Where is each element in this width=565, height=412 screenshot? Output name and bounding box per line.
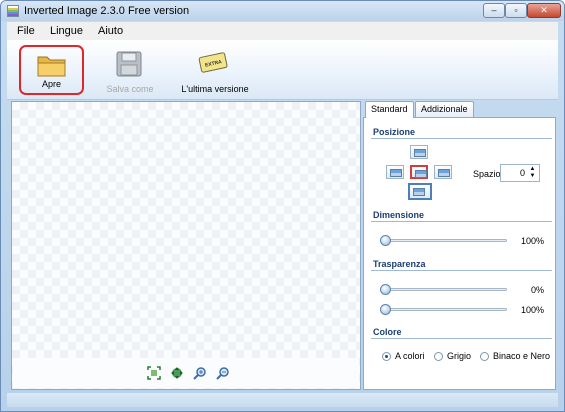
minimize-button[interactable]: – bbox=[483, 3, 505, 18]
trasparenza-slider-1[interactable] bbox=[384, 288, 507, 291]
dimensione-slider[interactable] bbox=[384, 239, 507, 242]
position-center-button[interactable] bbox=[410, 165, 428, 179]
save-as-button[interactable]: Salva come bbox=[95, 44, 165, 98]
trasparenza-divider bbox=[371, 270, 552, 271]
menu-lingue[interactable]: Lingue bbox=[50, 25, 83, 37]
radio-bianco-nero-label[interactable]: Binaco e Nero bbox=[493, 351, 550, 361]
window-title: Inverted Image 2.3.0 Free version bbox=[24, 5, 190, 17]
app-logo-icon bbox=[7, 5, 19, 17]
zoom-in-icon[interactable] bbox=[193, 366, 207, 380]
tab-standard[interactable]: Standard bbox=[365, 101, 414, 118]
settings-panel: Standard Addizionale Posizione Spazio 0 … bbox=[363, 101, 556, 390]
move-icon[interactable] bbox=[170, 366, 184, 380]
radio-grigio[interactable] bbox=[434, 352, 443, 361]
update-ticket-icon: EXTRA bbox=[198, 52, 228, 73]
menu-file[interactable]: File bbox=[17, 25, 35, 37]
canvas-tools-bar bbox=[13, 358, 359, 388]
spin-down-icon[interactable]: ▼ bbox=[528, 173, 537, 180]
radio-a-colori-label[interactable]: A colori bbox=[395, 351, 425, 361]
standard-tab-content: Posizione Spazio 0 ▲ ▼ Dimensione 100% T… bbox=[363, 117, 556, 390]
dimensione-slider-thumb[interactable] bbox=[380, 235, 391, 246]
trasparenza-slider-1-thumb[interactable] bbox=[380, 284, 391, 295]
close-button[interactable]: ✕ bbox=[527, 3, 561, 18]
posizione-title: Posizione bbox=[373, 127, 416, 137]
spin-up-icon[interactable]: ▲ bbox=[528, 166, 537, 173]
latest-version-button-label: L'ultima versione bbox=[181, 84, 249, 94]
colore-divider bbox=[371, 338, 552, 339]
trasparenza-value-2: 100% bbox=[520, 305, 544, 315]
radio-a-colori[interactable] bbox=[382, 352, 391, 361]
spazio-spinner[interactable]: 0 ▲ ▼ bbox=[500, 164, 540, 182]
dimensione-value: 100% bbox=[520, 236, 544, 246]
menu-bar: File Lingue Aiuto bbox=[7, 22, 558, 40]
status-bar bbox=[7, 393, 558, 407]
posizione-divider bbox=[371, 138, 552, 139]
latest-version-button[interactable]: EXTRA L'ultima versione bbox=[175, 44, 255, 98]
trasparenza-value-1: 0% bbox=[530, 285, 544, 295]
spazio-value: 0 bbox=[519, 168, 525, 178]
dimensione-title: Dimensione bbox=[373, 210, 425, 220]
app-window: Inverted Image 2.3.0 Free version – ▫ ✕ … bbox=[0, 0, 565, 412]
dimensione-divider bbox=[371, 221, 552, 222]
open-button[interactable]: Apre bbox=[19, 45, 84, 95]
image-canvas[interactable] bbox=[11, 101, 361, 390]
radio-bianco-nero[interactable] bbox=[480, 352, 489, 361]
position-left-button[interactable] bbox=[386, 165, 404, 179]
open-button-label: Apre bbox=[41, 79, 61, 89]
position-right-button[interactable] bbox=[434, 165, 452, 179]
menu-aiuto[interactable]: Aiuto bbox=[98, 25, 123, 37]
tab-addizionale[interactable]: Addizionale bbox=[415, 101, 474, 117]
position-top-button[interactable] bbox=[410, 145, 428, 159]
save-as-button-label: Salva come bbox=[106, 84, 154, 94]
radio-grigio-label[interactable]: Grigio bbox=[447, 351, 471, 361]
trasparenza-slider-2[interactable] bbox=[384, 308, 507, 311]
colore-title: Colore bbox=[373, 327, 402, 337]
spazio-label: Spazio bbox=[473, 169, 501, 179]
trasparenza-title: Trasparenza bbox=[373, 259, 426, 269]
zoom-out-icon[interactable] bbox=[216, 366, 230, 380]
toolbar: Apre Salva come EXTRA L'ultima versione bbox=[7, 40, 558, 100]
folder-icon bbox=[37, 56, 66, 77]
floppy-disk-icon bbox=[116, 51, 142, 77]
maximize-button[interactable]: ▫ bbox=[505, 3, 527, 18]
position-bottom-button[interactable] bbox=[408, 183, 432, 200]
fit-icon[interactable] bbox=[147, 366, 161, 380]
title-bar[interactable]: Inverted Image 2.3.0 Free version – ▫ ✕ bbox=[1, 1, 564, 21]
trasparenza-slider-2-thumb[interactable] bbox=[380, 304, 391, 315]
